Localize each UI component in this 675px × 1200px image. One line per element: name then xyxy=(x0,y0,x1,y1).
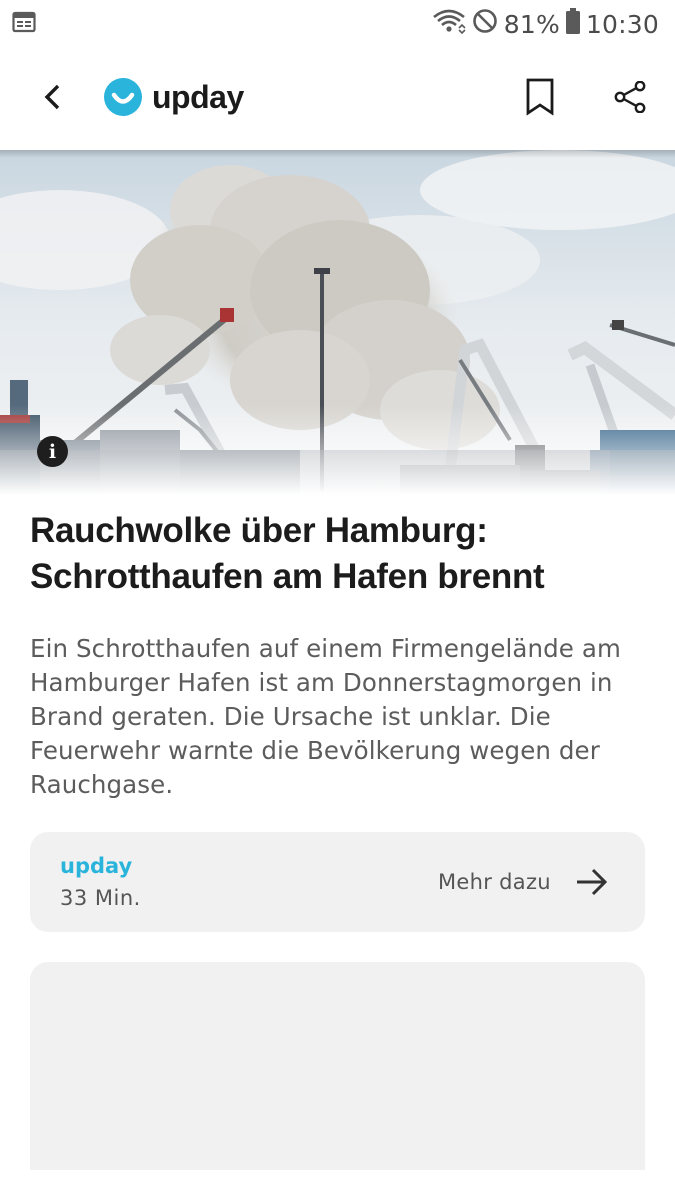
share-icon xyxy=(613,80,647,118)
article-hero-image xyxy=(0,150,675,495)
status-bar: 81% 10:30 xyxy=(0,0,675,48)
back-arrow-icon xyxy=(42,83,64,116)
app-bar-shadow xyxy=(0,150,675,158)
back-button[interactable] xyxy=(30,76,76,122)
article-headline: Rauchwolke über Hamburg: Schrotthaufen a… xyxy=(30,511,545,596)
arrow-right-icon[interactable] xyxy=(574,864,610,900)
more-link[interactable]: Mehr dazu xyxy=(438,870,551,894)
battery-icon xyxy=(565,7,580,41)
logo-text: upday xyxy=(152,78,244,115)
upday-logo-icon xyxy=(104,78,142,116)
wifi-icon xyxy=(432,8,466,41)
status-right: 81% 10:30 xyxy=(432,7,659,41)
app-bar: upday xyxy=(0,48,675,150)
source-name: upday xyxy=(60,854,133,878)
share-button[interactable] xyxy=(606,74,654,124)
source-time: 33 Min. xyxy=(60,886,141,910)
source-card[interactable]: upday 33 Min. Mehr dazu xyxy=(30,832,645,932)
bookmark-icon xyxy=(525,78,555,121)
clock: 10:30 xyxy=(585,9,659,39)
upday-logo: upday xyxy=(104,78,244,116)
do-not-disturb-icon xyxy=(472,8,498,41)
article-summary: Ein Schrotthaufen auf einem Firmengeländ… xyxy=(30,634,621,799)
bookmark-button[interactable] xyxy=(518,74,562,124)
image-info-button[interactable]: i xyxy=(37,436,68,467)
info-icon: i xyxy=(48,440,57,463)
calendar-icon xyxy=(12,11,36,38)
battery-percentage: 81% xyxy=(503,9,560,39)
content-placeholder-card xyxy=(30,962,645,1170)
status-left xyxy=(12,11,36,38)
